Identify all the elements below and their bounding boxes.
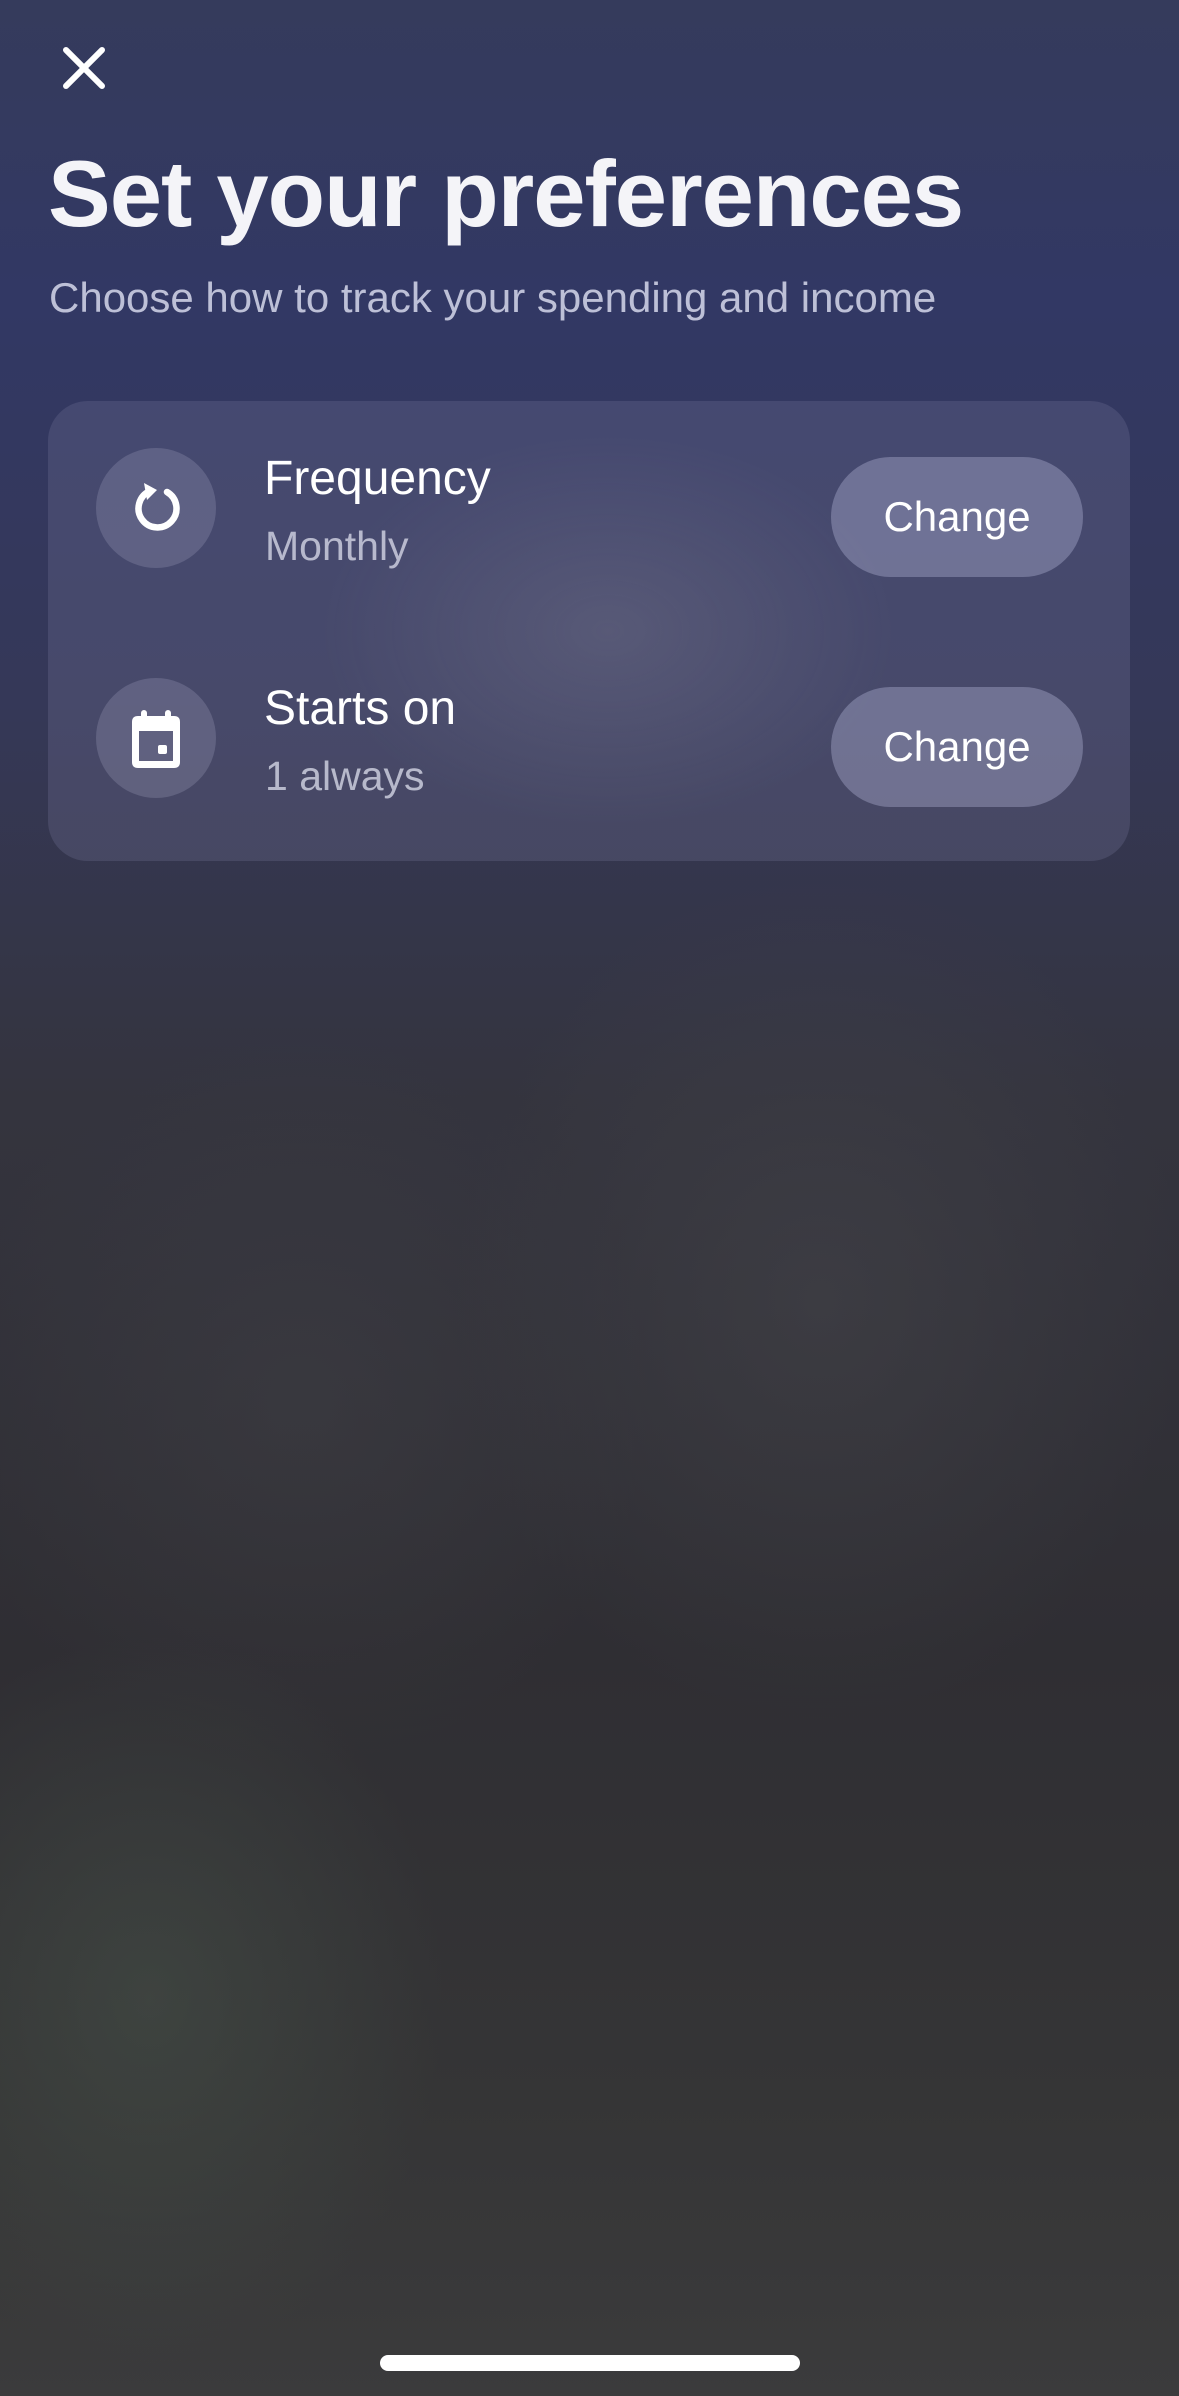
change-start-date-button[interactable]: Change [831,687,1083,807]
close-icon [63,47,105,89]
preferences-card: Frequency Monthly Change Starts on 1 alw… [48,401,1130,861]
page-title: Set your preferences [48,141,964,246]
frequency-value: Monthly [265,523,409,569]
page-subtitle: Choose how to track your spending and in… [49,274,937,321]
frequency-row: Frequency Monthly Change [48,401,1130,631]
starts-on-row: Starts on 1 always Change [48,631,1130,861]
change-frequency-button[interactable]: Change [831,457,1083,577]
refresh-icon [96,448,216,568]
preferences-screen: Set your preferences Choose how to track… [0,0,1179,2396]
close-button[interactable] [44,28,124,108]
home-indicator[interactable] [380,2355,800,2371]
starts-on-value: 1 always [265,753,425,799]
calendar-icon [96,678,216,798]
frequency-label: Frequency [264,452,491,505]
starts-on-label: Starts on [264,682,457,735]
